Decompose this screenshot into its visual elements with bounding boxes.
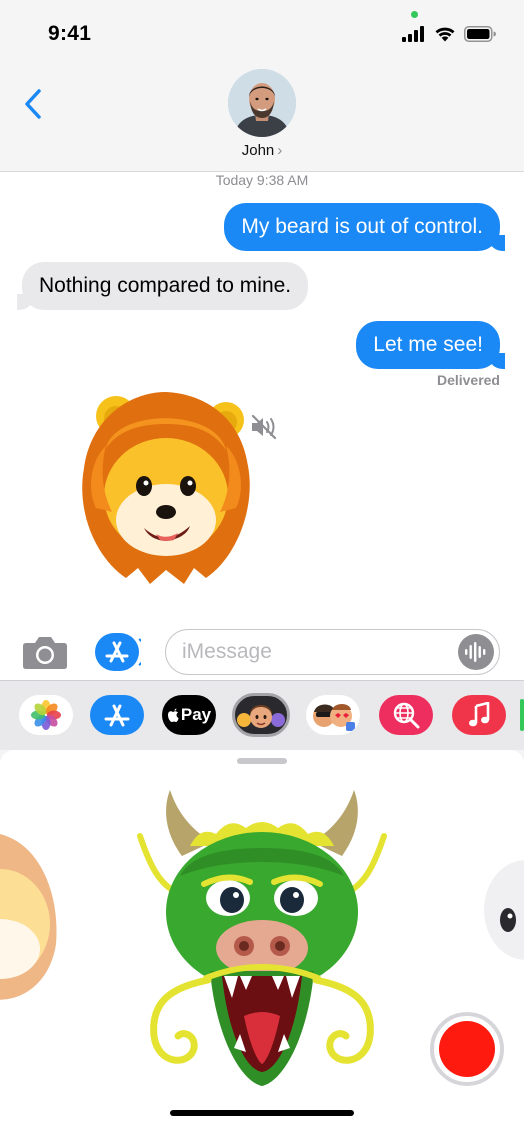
- delivery-status: Delivered: [436, 372, 500, 388]
- apple-pay-button[interactable]: Pay: [162, 695, 216, 735]
- back-button[interactable]: [18, 84, 48, 124]
- lion-animoji-message[interactable]: [66, 388, 266, 588]
- memoji-icon: [237, 705, 285, 728]
- incoming-message-bubble[interactable]: Nothing compared to mine.: [16, 262, 309, 310]
- animoji-panel: [0, 750, 524, 1132]
- app-drawer: Pay: [0, 680, 524, 750]
- music-app-button[interactable]: [452, 695, 506, 735]
- conversation-header: John ›: [0, 60, 524, 172]
- images-search-button[interactable]: [379, 695, 433, 735]
- contact-name: John: [241, 142, 275, 159]
- camera-in-use-indicator: [411, 11, 418, 18]
- audio-message-button[interactable]: [458, 634, 494, 670]
- app-store-button[interactable]: [90, 695, 144, 735]
- message-input[interactable]: [165, 629, 500, 675]
- record-button[interactable]: [430, 1012, 504, 1086]
- globe-search-icon: [393, 702, 420, 729]
- speaker-muted-icon[interactable]: [250, 414, 280, 440]
- drawer-scroll-edge: [520, 699, 524, 731]
- waveform-icon: [465, 642, 486, 662]
- contact-avatar[interactable]: [228, 69, 296, 137]
- chevron-left-icon: [25, 89, 41, 119]
- camera-icon: [23, 637, 67, 669]
- app-store-icon: [104, 704, 130, 727]
- record-icon: [439, 1021, 495, 1077]
- music-note-icon: [469, 702, 490, 727]
- outgoing-message-bubble[interactable]: Let me see!: [356, 321, 505, 369]
- status-bar: 9:41: [0, 0, 524, 60]
- status-icons: [402, 26, 496, 42]
- apple-pay-label: Pay: [180, 705, 212, 724]
- compose-bar: [0, 624, 524, 680]
- message-timestamp: Today 9:38 AM: [215, 172, 309, 188]
- message-text-field[interactable]: [182, 638, 442, 666]
- wifi-icon: [435, 27, 455, 42]
- photos-icon: [31, 700, 61, 730]
- apps-button[interactable]: [95, 633, 147, 671]
- app-store-icon: [95, 633, 147, 671]
- battery-icon: [464, 26, 496, 42]
- photos-app-button[interactable]: [19, 695, 73, 735]
- home-indicator[interactable]: [170, 1110, 354, 1116]
- unicorn-animoji-option[interactable]: [482, 850, 524, 960]
- camera-button[interactable]: [22, 634, 68, 670]
- avatar-photo: [228, 69, 296, 137]
- sheet-grabber[interactable]: [237, 758, 287, 764]
- outgoing-message-bubble[interactable]: My beard is out of control.: [224, 203, 505, 251]
- chevron-right-icon: ›: [277, 142, 283, 159]
- dragon-animoji-preview[interactable]: [120, 786, 405, 1101]
- lion-animoji-option[interactable]: [0, 834, 60, 1004]
- contact-name-button[interactable]: John ›: [0, 142, 524, 159]
- memoji-app-button[interactable]: [232, 693, 290, 737]
- signal-icon: [402, 26, 424, 42]
- apple-pay-icon: [167, 708, 179, 722]
- memoji-stickers-icon: [313, 704, 355, 731]
- memoji-stickers-button[interactable]: [306, 695, 360, 735]
- animoji-sheet: [0, 750, 524, 1132]
- status-time: 9:41: [48, 22, 92, 45]
